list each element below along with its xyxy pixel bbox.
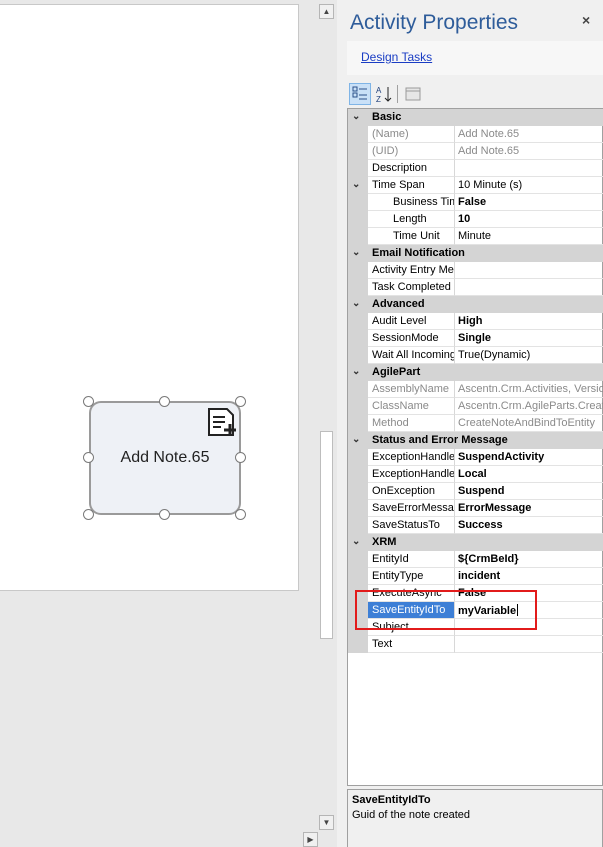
collapse-icon[interactable]: ⌄ [352,434,362,445]
collapse-icon[interactable]: ⌄ [352,179,360,190]
alphabetical-sort-icon[interactable]: A Z [373,83,395,105]
resize-handle-e[interactable] [235,452,246,463]
scroll-down-button[interactable]: ▼ [319,815,334,830]
property-row-time-span[interactable]: ⌄ Time Span 10 Minute (s) [348,177,603,194]
property-row-uid[interactable]: (UID) Add Note.65 [348,143,603,160]
category-email-notification[interactable]: ⌄ Email Notification [348,245,603,262]
property-row-on-exception[interactable]: OnException Suspend [348,483,603,500]
property-row-assembly-name[interactable]: AssemblyName Ascentn.Crm.Activities, Vers… [348,381,603,398]
property-row-text[interactable]: Text [348,636,603,653]
property-toolbar: A Z [347,82,603,106]
collapse-icon[interactable]: ⌄ [352,536,362,547]
property-row-exception-handler[interactable]: ExceptionHandler SuspendActivity [348,449,603,466]
collapse-icon[interactable]: ⌄ [352,111,362,122]
property-row-business-time[interactable]: Business TimeFalse [348,194,603,211]
resize-handle-n[interactable] [159,396,170,407]
scroll-thumb[interactable] [320,431,333,639]
canvas-horizontal-scrollbar[interactable]: ▶ [0,832,318,847]
property-row-task-completed[interactable]: Task Completed [348,279,603,296]
note-add-icon [208,408,236,436]
scroll-up-button[interactable]: ▲ [319,4,334,19]
property-row-name[interactable]: (Name) Add Note.65 [348,126,603,143]
property-row-entity-id[interactable]: EntityId ${CrmBeId} [348,551,603,568]
panel-title: Activity Properties [350,11,519,34]
category-basic[interactable]: ⌄ Basic [348,109,603,126]
svg-text:Z: Z [376,95,381,104]
property-row-audit-level[interactable]: Audit Level High [348,313,603,330]
resize-handle-ne[interactable] [235,396,246,407]
collapse-icon[interactable]: ⌄ [352,366,362,377]
property-row-method[interactable]: Method CreateNoteAndBindToEntity [348,415,603,432]
collapse-icon[interactable]: ⌄ [352,247,362,258]
property-pages-icon[interactable] [402,83,424,105]
property-grid: ⌄ Basic (Name) Add Note.65 (UID) Add Note.… [347,108,603,786]
resize-handle-sw[interactable] [83,509,94,520]
category-status-error[interactable]: ⌄ Status and Error Message [348,432,603,449]
category-xrm[interactable]: ⌄ XRM [348,534,603,551]
property-row-save-status-to[interactable]: SaveStatusTo Success [348,517,603,534]
annotation-highlight-box [355,590,537,630]
property-row-time-unit[interactable]: Time Unit Minute [348,228,603,245]
property-row-activity-entry[interactable]: Activity Entry Message [348,262,603,279]
workflow-canvas[interactable]: Add Note.65 [0,0,318,832]
property-description-panel: SaveEntityIdTo Guid of the note created [347,789,603,847]
svg-text:A: A [376,86,382,95]
categorized-view-icon[interactable] [349,83,371,105]
property-row-class-name[interactable]: ClassNameAscentn.Crm.AgileParts.CreateNo… [348,398,603,415]
description-text: Guid of the note created [352,809,471,821]
resize-handle-s[interactable] [159,509,170,520]
activity-label: Add Note.65 [120,449,210,466]
category-agilepart[interactable]: ⌄ AgilePart [348,364,603,381]
property-row-save-error-message[interactable]: SaveErrorMessageErrorMessage [348,500,603,517]
toolbar-separator [397,85,398,103]
collapse-icon[interactable]: ⌄ [352,298,362,309]
canvas-vertical-scrollbar[interactable]: ▲ ▼ [318,4,335,832]
tasks-bar: Design Tasks [347,41,603,75]
property-row-exception-handler-2[interactable]: ExceptionHandler Local [348,466,603,483]
resize-handle-w[interactable] [83,452,94,463]
property-row-session-mode[interactable]: SessionMode Single [348,330,603,347]
activity-shape[interactable]: Add Note.65 [89,401,241,515]
property-row-wait-all[interactable]: Wait All Incoming True(Dynamic) [348,347,603,364]
property-row-entity-type[interactable]: EntityType incident [348,568,603,585]
category-advanced[interactable]: ⌄ Advanced [348,296,603,313]
property-row-length[interactable]: Length 10 [348,211,603,228]
scroll-right-button[interactable]: ▶ [303,832,318,847]
design-tasks-link[interactable]: Design Tasks [361,50,432,64]
description-title: SaveEntityIdTo [352,794,431,806]
resize-handle-se[interactable] [235,509,246,520]
activity-properties-panel: Activity Properties × Design Tasks A Z ⌄… [337,0,603,847]
property-row-description[interactable]: Description [348,160,603,177]
close-icon[interactable]: × [582,12,590,28]
resize-handle-nw[interactable] [83,396,94,407]
